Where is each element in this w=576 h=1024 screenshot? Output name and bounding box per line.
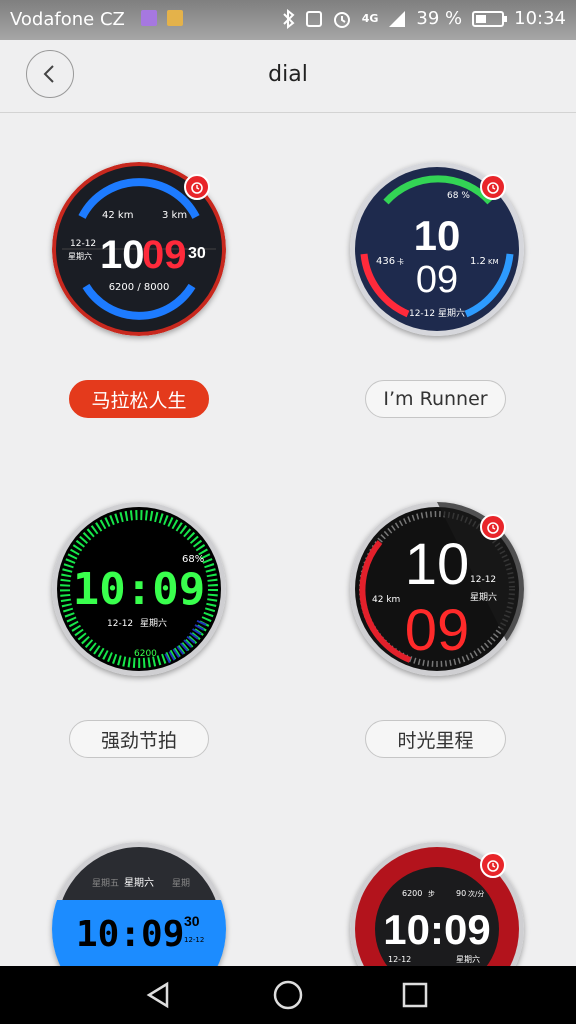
dial2-distance: 1.2 (470, 256, 486, 267)
wifi-notification-icon (167, 10, 183, 26)
dial1-steps: 6200 / 8000 (109, 282, 170, 293)
nav-home-button[interactable] (271, 978, 305, 1012)
dial-thumbnail-beat[interactable]: 68% 10:09 12-12 星期六 6200 (52, 502, 226, 676)
alarm-icon (333, 11, 350, 28)
nav-recents-button[interactable] (398, 978, 432, 1012)
watch-alarm-icon (480, 852, 506, 878)
dial3-date: 12-12 (107, 619, 133, 629)
dial1-distance-b: 3 km (162, 210, 187, 221)
battery-icon (472, 10, 508, 27)
battery-percent: 39 % (416, 8, 463, 29)
carrier-name: Vodafone CZ (10, 9, 125, 30)
bluetooth-icon (282, 8, 295, 29)
dial5-time: 10:09 (76, 914, 184, 955)
dial6-heart-unit: 次/分 (468, 889, 484, 898)
dial6-time: 10:09 (383, 906, 490, 953)
dial1-date: 12-12 (70, 239, 96, 249)
vibrate-icon (305, 10, 322, 27)
dial4-distance: 42 km (372, 595, 400, 605)
dial6-weekday: 星期六 (456, 954, 480, 964)
dial6-steps: 6200 (402, 889, 422, 898)
dial1-seconds: 30 (188, 245, 206, 262)
dial-label-marathon[interactable]: 马拉松人生 (69, 380, 209, 418)
dial1-minute: 09 (142, 233, 187, 277)
dial1-hour: 10 (100, 233, 145, 277)
signal-icon (389, 10, 406, 27)
dial5-weekday-next: 星期 (172, 878, 190, 889)
network-type: 4G (361, 12, 379, 25)
watch-alarm-icon (184, 174, 210, 200)
dial3-weekday: 星期六 (140, 617, 167, 629)
page-title: dial (268, 62, 308, 87)
dial2-minute: 09 (416, 259, 458, 301)
dial5-weekday: 星期六 (124, 877, 154, 889)
dial2-hour: 10 (414, 212, 461, 259)
dial6-heart-rate: 90 (456, 889, 466, 898)
dial-label-time-mileage[interactable]: 时光里程 (365, 720, 506, 758)
dial3-steps: 6200 (134, 649, 157, 659)
dial-label-beat[interactable]: 强劲节拍 (69, 720, 209, 758)
dial2-distance-unit: KM (488, 258, 499, 266)
status-bar: Vodafone CZ 4G 39 % 10:34 (0, 0, 576, 40)
dial6-date: 12-12 (388, 955, 411, 964)
dial-label-runner[interactable]: I’m Runner (365, 380, 506, 418)
dial4-hour: 10 (405, 532, 470, 597)
clock: 10:34 (514, 8, 566, 29)
back-triangle-icon (146, 981, 169, 1009)
gallery-notification-icon (141, 10, 157, 26)
dial2-calories: 436 (376, 256, 395, 267)
dial5-weekday-prev: 星期五 (92, 878, 119, 889)
dial6-steps-unit: 步 (428, 890, 435, 898)
dial3-time: 10:09 (73, 564, 205, 615)
dial1-weekday: 星期六 (68, 251, 92, 261)
dial2-calories-unit: 卡 (397, 257, 404, 266)
system-navigation-bar (0, 966, 576, 1024)
dial5-date: 12-12 (184, 936, 204, 944)
dial1-distance-a: 42 km (102, 210, 133, 221)
home-circle-icon (273, 980, 303, 1010)
app-header: dial (0, 40, 576, 113)
recents-square-icon (402, 982, 428, 1008)
dial5-seconds: 30 (184, 913, 200, 929)
nav-back-button[interactable] (142, 978, 176, 1012)
status-icons: 4G 39 % 10:34 (282, 8, 566, 29)
dial2-date-weekday: 12-12 星期六 (409, 307, 465, 319)
watch-alarm-icon (480, 174, 506, 200)
watch-alarm-icon (480, 514, 506, 540)
dial4-minute: 09 (405, 598, 470, 663)
dial2-battery: 68 % (447, 191, 470, 201)
dial4-date: 12-12 (470, 575, 496, 585)
dial4-weekday: 星期六 (470, 591, 497, 603)
